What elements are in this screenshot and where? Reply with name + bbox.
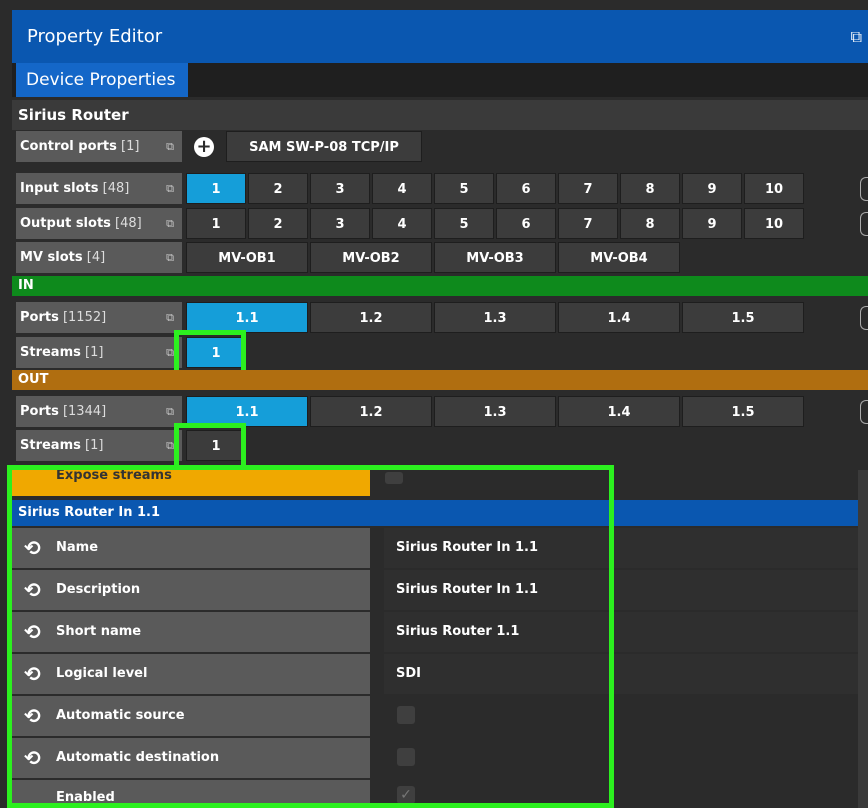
popout-icon[interactable]: ⧉ [166,396,174,427]
in-streams-label: Streams [1] ⧉ [16,337,182,368]
input-slot-cell[interactable]: 8 [620,173,680,204]
popout-icon[interactable]: ⧉ [166,208,174,239]
highlight-box [174,423,246,470]
output-slot-cell[interactable]: 2 [248,208,308,239]
input-slot-cell[interactable]: 4 [372,173,432,204]
popout-icon[interactable]: ⧉ [166,173,174,204]
output-slot-cell[interactable]: 4 [372,208,432,239]
popout-icon[interactable]: ⧉ [166,337,174,368]
control-port-cell[interactable]: SAM SW-P-08 TCP/IP [226,131,422,162]
window-title: Property Editor [27,26,163,47]
input-slot-cell[interactable]: 1 [186,173,246,204]
out-port-cell[interactable]: 1.2 [310,396,432,427]
output-slots-label: Output slots [48] ⧉ [16,208,182,239]
output-slot-cell[interactable]: 10 [744,208,804,239]
in-ports-row: Ports [1152] ⧉ 1.1 1.2 1.3 1.4 1.5 [12,302,868,336]
scroll-arrow-icon[interactable] [860,212,868,236]
input-slot-cell[interactable]: 9 [682,173,742,204]
in-port-cell[interactable]: 1.2 [310,302,432,333]
input-slot-cell[interactable]: 7 [558,173,618,204]
in-ports-label: Ports [1152] ⧉ [16,302,182,333]
output-slot-cell[interactable]: 8 [620,208,680,239]
scroll-arrow-icon[interactable] [860,306,868,330]
out-streams-row: Streams [1] ⧉ 1 [12,430,868,464]
mv-slot-cell[interactable]: MV-OB2 [310,242,432,273]
popout-icon[interactable]: ⧉ [166,430,174,461]
output-slot-cell[interactable]: 3 [310,208,370,239]
input-slot-cell[interactable]: 2 [248,173,308,204]
property-editor-titlebar: Property Editor ⧉ [12,10,868,63]
input-slots-label: Input slots [48] ⧉ [16,173,182,204]
popout-icon[interactable]: ⧉ [166,242,174,273]
out-ports-label: Ports [1344] ⧉ [16,396,182,427]
tab-device-properties[interactable]: Device Properties [16,63,188,97]
mv-slot-cell[interactable]: MV-OB3 [434,242,556,273]
mv-slots-row: MV slots [4] ⧉ MV-OB1 MV-OB2 MV-OB3 MV-O… [12,242,868,276]
add-control-port-button[interactable]: + [194,137,214,157]
output-slot-cell[interactable]: 6 [496,208,556,239]
output-slot-cell[interactable]: 7 [558,208,618,239]
out-ports-row: Ports [1344] ⧉ 1.1 1.2 1.3 1.4 1.5 [12,396,868,430]
mv-slot-cell[interactable]: MV-OB4 [558,242,680,273]
in-port-cell[interactable]: 1.4 [558,302,680,333]
properties-scrollbar[interactable] [858,470,868,808]
in-port-cell[interactable]: 1.3 [434,302,556,333]
detach-icon[interactable]: ⧉ [851,27,862,47]
input-slot-cell[interactable]: 10 [744,173,804,204]
scroll-arrow-icon[interactable] [860,177,868,201]
in-port-cell[interactable]: 1.1 [186,302,308,333]
output-slot-cell[interactable]: 1 [186,208,246,239]
output-slots-row: Output slots [48] ⧉ 1 2 3 4 5 6 7 8 9 10 [12,208,868,242]
input-slot-cell[interactable]: 3 [310,173,370,204]
in-port-cell[interactable]: 1.5 [682,302,804,333]
input-slot-cell[interactable]: 6 [496,173,556,204]
device-name: Sirius Router [12,100,868,130]
in-streams-row: Streams [1] ⧉ 1 [12,337,868,371]
out-port-cell[interactable]: 1.3 [434,396,556,427]
highlight-box [174,330,246,375]
control-ports-row: Control ports [1] ⧉ + SAM SW-P-08 TCP/IP [12,131,868,165]
mv-slots-label: MV slots [4] ⧉ [16,242,182,273]
output-slot-cell[interactable]: 9 [682,208,742,239]
popout-icon[interactable]: ⧉ [166,131,174,162]
out-streams-label: Streams [1] ⧉ [16,430,182,461]
out-section-header: OUT [12,370,868,390]
popout-icon[interactable]: ⧉ [166,302,174,333]
out-port-cell[interactable]: 1.4 [558,396,680,427]
input-slots-row: Input slots [48] ⧉ 1 2 3 4 5 6 7 8 9 10 [12,173,868,207]
input-slot-cell[interactable]: 5 [434,173,494,204]
tab-bar: Device Properties [12,63,868,97]
mv-slot-cell[interactable]: MV-OB1 [186,242,308,273]
highlight-box [7,465,614,808]
control-ports-label: Control ports [1] ⧉ [16,131,182,162]
out-port-cell[interactable]: 1.5 [682,396,804,427]
scroll-arrow-icon[interactable] [860,400,868,424]
output-slot-cell[interactable]: 5 [434,208,494,239]
in-section-header: IN [12,276,868,296]
